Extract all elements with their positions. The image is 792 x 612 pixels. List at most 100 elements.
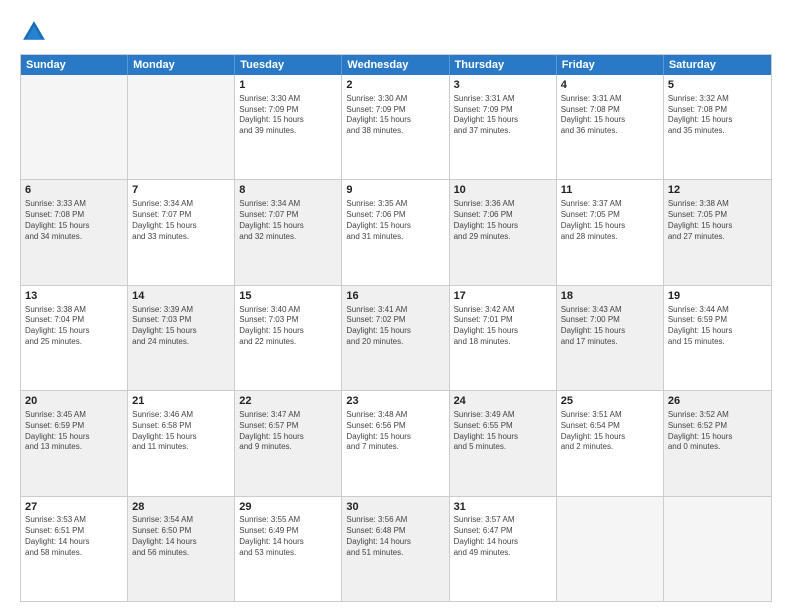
calendar: SundayMondayTuesdayWednesdayThursdayFrid…: [20, 54, 772, 602]
weekday-header-sunday: Sunday: [21, 55, 128, 75]
cell-info: Sunrise: 3:54 AM Sunset: 6:50 PM Dayligh…: [132, 515, 230, 558]
calendar-body: 1Sunrise: 3:30 AM Sunset: 7:09 PM Daylig…: [21, 75, 771, 601]
calendar-cell: 8Sunrise: 3:34 AM Sunset: 7:07 PM Daylig…: [235, 180, 342, 284]
day-number: 22: [239, 394, 337, 409]
cell-info: Sunrise: 3:55 AM Sunset: 6:49 PM Dayligh…: [239, 515, 337, 558]
calendar-cell: 4Sunrise: 3:31 AM Sunset: 7:08 PM Daylig…: [557, 75, 664, 179]
calendar-cell: 2Sunrise: 3:30 AM Sunset: 7:09 PM Daylig…: [342, 75, 449, 179]
calendar-cell: 5Sunrise: 3:32 AM Sunset: 7:08 PM Daylig…: [664, 75, 771, 179]
calendar-cell: [557, 497, 664, 601]
day-number: 12: [668, 183, 767, 198]
day-number: 7: [132, 183, 230, 198]
calendar-cell: 19Sunrise: 3:44 AM Sunset: 6:59 PM Dayli…: [664, 286, 771, 390]
calendar-cell: 10Sunrise: 3:36 AM Sunset: 7:06 PM Dayli…: [450, 180, 557, 284]
cell-info: Sunrise: 3:44 AM Sunset: 6:59 PM Dayligh…: [668, 305, 767, 348]
day-number: 6: [25, 183, 123, 198]
day-number: 14: [132, 289, 230, 304]
cell-info: Sunrise: 3:31 AM Sunset: 7:09 PM Dayligh…: [454, 94, 552, 137]
day-number: 4: [561, 78, 659, 93]
day-number: 30: [346, 500, 444, 515]
cell-info: Sunrise: 3:31 AM Sunset: 7:08 PM Dayligh…: [561, 94, 659, 137]
weekday-header-monday: Monday: [128, 55, 235, 75]
cell-info: Sunrise: 3:51 AM Sunset: 6:54 PM Dayligh…: [561, 410, 659, 453]
calendar-cell: 9Sunrise: 3:35 AM Sunset: 7:06 PM Daylig…: [342, 180, 449, 284]
cell-info: Sunrise: 3:48 AM Sunset: 6:56 PM Dayligh…: [346, 410, 444, 453]
calendar-cell: 25Sunrise: 3:51 AM Sunset: 6:54 PM Dayli…: [557, 391, 664, 495]
calendar-cell: 14Sunrise: 3:39 AM Sunset: 7:03 PM Dayli…: [128, 286, 235, 390]
day-number: 18: [561, 289, 659, 304]
calendar-row-3: 20Sunrise: 3:45 AM Sunset: 6:59 PM Dayli…: [21, 390, 771, 495]
day-number: 1: [239, 78, 337, 93]
calendar-cell: 11Sunrise: 3:37 AM Sunset: 7:05 PM Dayli…: [557, 180, 664, 284]
cell-info: Sunrise: 3:33 AM Sunset: 7:08 PM Dayligh…: [25, 199, 123, 242]
calendar-cell: 23Sunrise: 3:48 AM Sunset: 6:56 PM Dayli…: [342, 391, 449, 495]
calendar-row-0: 1Sunrise: 3:30 AM Sunset: 7:09 PM Daylig…: [21, 75, 771, 179]
cell-info: Sunrise: 3:52 AM Sunset: 6:52 PM Dayligh…: [668, 410, 767, 453]
cell-info: Sunrise: 3:49 AM Sunset: 6:55 PM Dayligh…: [454, 410, 552, 453]
cell-info: Sunrise: 3:41 AM Sunset: 7:02 PM Dayligh…: [346, 305, 444, 348]
cell-info: Sunrise: 3:42 AM Sunset: 7:01 PM Dayligh…: [454, 305, 552, 348]
cell-info: Sunrise: 3:30 AM Sunset: 7:09 PM Dayligh…: [346, 94, 444, 137]
day-number: 2: [346, 78, 444, 93]
calendar-cell: 6Sunrise: 3:33 AM Sunset: 7:08 PM Daylig…: [21, 180, 128, 284]
cell-info: Sunrise: 3:30 AM Sunset: 7:09 PM Dayligh…: [239, 94, 337, 137]
cell-info: Sunrise: 3:34 AM Sunset: 7:07 PM Dayligh…: [239, 199, 337, 242]
day-number: 5: [668, 78, 767, 93]
cell-info: Sunrise: 3:32 AM Sunset: 7:08 PM Dayligh…: [668, 94, 767, 137]
day-number: 9: [346, 183, 444, 198]
day-number: 24: [454, 394, 552, 409]
calendar-cell: [664, 497, 771, 601]
calendar-cell: 28Sunrise: 3:54 AM Sunset: 6:50 PM Dayli…: [128, 497, 235, 601]
calendar-cell: 26Sunrise: 3:52 AM Sunset: 6:52 PM Dayli…: [664, 391, 771, 495]
cell-info: Sunrise: 3:39 AM Sunset: 7:03 PM Dayligh…: [132, 305, 230, 348]
calendar-cell: 17Sunrise: 3:42 AM Sunset: 7:01 PM Dayli…: [450, 286, 557, 390]
calendar-cell: [21, 75, 128, 179]
calendar-cell: 30Sunrise: 3:56 AM Sunset: 6:48 PM Dayli…: [342, 497, 449, 601]
cell-info: Sunrise: 3:47 AM Sunset: 6:57 PM Dayligh…: [239, 410, 337, 453]
calendar-cell: 16Sunrise: 3:41 AM Sunset: 7:02 PM Dayli…: [342, 286, 449, 390]
cell-info: Sunrise: 3:45 AM Sunset: 6:59 PM Dayligh…: [25, 410, 123, 453]
calendar-cell: 20Sunrise: 3:45 AM Sunset: 6:59 PM Dayli…: [21, 391, 128, 495]
calendar-cell: 1Sunrise: 3:30 AM Sunset: 7:09 PM Daylig…: [235, 75, 342, 179]
cell-info: Sunrise: 3:43 AM Sunset: 7:00 PM Dayligh…: [561, 305, 659, 348]
day-number: 28: [132, 500, 230, 515]
day-number: 10: [454, 183, 552, 198]
cell-info: Sunrise: 3:53 AM Sunset: 6:51 PM Dayligh…: [25, 515, 123, 558]
page: SundayMondayTuesdayWednesdayThursdayFrid…: [0, 0, 792, 612]
cell-info: Sunrise: 3:46 AM Sunset: 6:58 PM Dayligh…: [132, 410, 230, 453]
day-number: 31: [454, 500, 552, 515]
calendar-cell: 27Sunrise: 3:53 AM Sunset: 6:51 PM Dayli…: [21, 497, 128, 601]
calendar-cell: [128, 75, 235, 179]
calendar-cell: 22Sunrise: 3:47 AM Sunset: 6:57 PM Dayli…: [235, 391, 342, 495]
calendar-row-4: 27Sunrise: 3:53 AM Sunset: 6:51 PM Dayli…: [21, 496, 771, 601]
calendar-cell: 18Sunrise: 3:43 AM Sunset: 7:00 PM Dayli…: [557, 286, 664, 390]
calendar-cell: 29Sunrise: 3:55 AM Sunset: 6:49 PM Dayli…: [235, 497, 342, 601]
calendar-row-2: 13Sunrise: 3:38 AM Sunset: 7:04 PM Dayli…: [21, 285, 771, 390]
calendar-cell: 7Sunrise: 3:34 AM Sunset: 7:07 PM Daylig…: [128, 180, 235, 284]
weekday-header-saturday: Saturday: [664, 55, 771, 75]
cell-info: Sunrise: 3:56 AM Sunset: 6:48 PM Dayligh…: [346, 515, 444, 558]
weekday-header-tuesday: Tuesday: [235, 55, 342, 75]
calendar-cell: 13Sunrise: 3:38 AM Sunset: 7:04 PM Dayli…: [21, 286, 128, 390]
header: [20, 18, 772, 46]
day-number: 3: [454, 78, 552, 93]
day-number: 21: [132, 394, 230, 409]
weekday-header-friday: Friday: [557, 55, 664, 75]
cell-info: Sunrise: 3:35 AM Sunset: 7:06 PM Dayligh…: [346, 199, 444, 242]
calendar-cell: 31Sunrise: 3:57 AM Sunset: 6:47 PM Dayli…: [450, 497, 557, 601]
day-number: 15: [239, 289, 337, 304]
cell-info: Sunrise: 3:36 AM Sunset: 7:06 PM Dayligh…: [454, 199, 552, 242]
cell-info: Sunrise: 3:57 AM Sunset: 6:47 PM Dayligh…: [454, 515, 552, 558]
calendar-cell: 12Sunrise: 3:38 AM Sunset: 7:05 PM Dayli…: [664, 180, 771, 284]
day-number: 13: [25, 289, 123, 304]
cell-info: Sunrise: 3:38 AM Sunset: 7:05 PM Dayligh…: [668, 199, 767, 242]
day-number: 26: [668, 394, 767, 409]
calendar-row-1: 6Sunrise: 3:33 AM Sunset: 7:08 PM Daylig…: [21, 179, 771, 284]
logo-icon: [20, 18, 48, 46]
day-number: 29: [239, 500, 337, 515]
cell-info: Sunrise: 3:38 AM Sunset: 7:04 PM Dayligh…: [25, 305, 123, 348]
day-number: 25: [561, 394, 659, 409]
day-number: 23: [346, 394, 444, 409]
calendar-header: SundayMondayTuesdayWednesdayThursdayFrid…: [21, 55, 771, 75]
calendar-cell: 21Sunrise: 3:46 AM Sunset: 6:58 PM Dayli…: [128, 391, 235, 495]
